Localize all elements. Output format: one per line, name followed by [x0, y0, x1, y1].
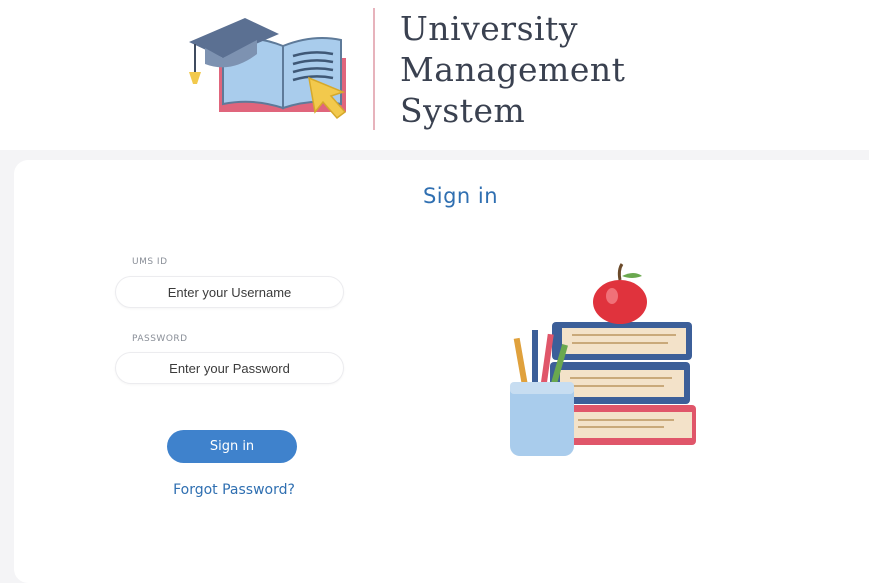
logo-divider — [373, 8, 375, 130]
app-title-line: University — [400, 9, 578, 48]
graduation-cap-book-icon — [189, 18, 347, 120]
login-card: Sign in UMS ID PASSWORD Sign in Forgot P… — [14, 160, 869, 583]
password-label: PASSWORD — [132, 334, 188, 344]
sign-in-button[interactable]: Sign in — [167, 430, 297, 463]
page-title: Sign in — [422, 184, 499, 208]
header: University Management System — [0, 0, 869, 150]
books-apple-illustration-icon — [510, 263, 696, 456]
app-title: University Management System — [400, 8, 625, 131]
app-title-line: System — [400, 91, 526, 130]
password-input[interactable] — [115, 352, 344, 384]
username-input[interactable] — [115, 276, 344, 308]
username-label: UMS ID — [132, 257, 168, 267]
forgot-password-link[interactable]: Forgot Password? — [154, 482, 314, 498]
app-title-line: Management — [400, 50, 626, 89]
